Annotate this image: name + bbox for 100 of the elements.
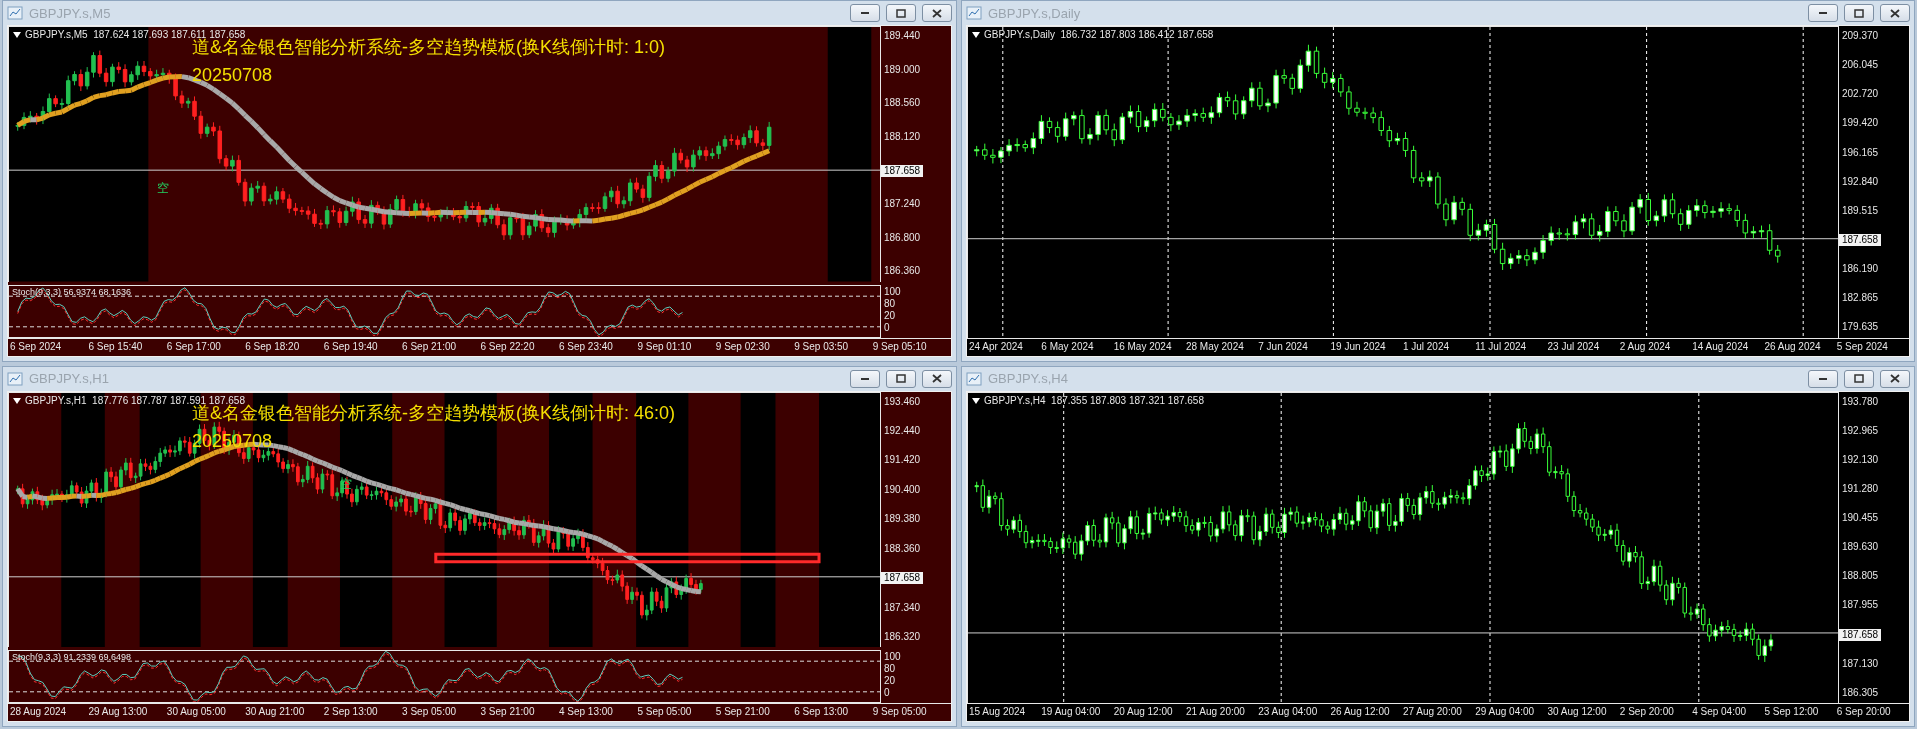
indicator-label: Stoch(9,3,3) 91.2339 69.6498	[12, 652, 132, 662]
dropdown-triangle-icon[interactable]	[13, 32, 21, 38]
time-label: 6 Sep 13:00	[794, 705, 850, 719]
indicator-level-label: 20	[883, 675, 897, 687]
indicator-level-label: 0	[883, 687, 891, 699]
time-label: 9 Sep 02:30	[715, 339, 771, 354]
close-button[interactable]	[1880, 369, 1910, 388]
close-button[interactable]	[922, 4, 952, 22]
time-label: 20 Aug 12:00	[1113, 705, 1174, 719]
window-title: GBPJPY.s,Daily	[988, 5, 1082, 21]
time-label: 5 Sep 2024	[1836, 339, 1889, 354]
price-label: 192.965	[1841, 424, 1880, 437]
time-label: 16 May 2024	[1113, 339, 1173, 354]
time-label: 28 Aug 2024	[10, 705, 68, 719]
price-label: 190.400	[883, 483, 922, 496]
maximize-icon	[1854, 8, 1864, 18]
signal-marker: 空	[157, 179, 170, 197]
chart-window-icon	[7, 371, 23, 386]
time-label: 3 Sep 21:00	[480, 705, 536, 719]
time-label: 6 Sep 21:00	[402, 339, 458, 354]
time-label: 27 Aug 20:00	[1402, 705, 1463, 719]
maximize-button[interactable]	[1844, 4, 1874, 22]
close-button[interactable]	[922, 369, 952, 388]
price-label: 193.780	[1841, 395, 1880, 408]
indicator-label: Stoch(9,3,3) 56.9374 68.1636	[12, 286, 132, 297]
time-label: 6 Sep 20:00	[1836, 705, 1892, 719]
time-label: 5 Sep 21:00	[715, 705, 771, 719]
time-label: 15 Aug 2024	[969, 705, 1027, 719]
time-label: 2 Aug 2024	[1619, 339, 1672, 354]
price-label: 199.420	[1841, 117, 1880, 130]
price-label: 190.455	[1841, 512, 1880, 525]
price-label: 186.800	[883, 231, 922, 244]
price-label: 186.320	[883, 631, 922, 643]
maximize-icon	[896, 8, 906, 18]
time-label: 21 Aug 20:00	[1185, 705, 1246, 719]
time-label: 1 Jul 2024	[1402, 339, 1451, 354]
time-label: 6 Sep 2024	[10, 339, 63, 354]
time-label: 30 Aug 21:00	[245, 705, 306, 719]
price-label: 187.658	[881, 572, 924, 585]
price-label: 192.840	[1841, 175, 1880, 188]
price-label: 188.805	[1841, 570, 1880, 583]
price-label: 187.240	[883, 198, 922, 211]
time-label: 28 May 2024	[1185, 339, 1245, 354]
maximize-icon	[1854, 374, 1864, 383]
time-label: 30 Aug 05:00	[166, 705, 227, 719]
window-title: GBPJPY.s,H4	[988, 371, 1069, 386]
time-label: 2 Sep 20:00	[1619, 705, 1675, 719]
price-label: 209.370	[1841, 30, 1880, 42]
price-label: 191.420	[883, 454, 922, 467]
signal-marker: 空	[339, 476, 352, 494]
price-label: 192.130	[1841, 453, 1880, 466]
time-label: 23 Aug 04:00	[1258, 705, 1319, 719]
time-label: 6 Sep 23:40	[558, 339, 614, 354]
time-label: 9 Sep 05:10	[872, 339, 928, 354]
price-label: 187.340	[883, 601, 922, 614]
time-label: 4 Sep 13:00	[558, 705, 614, 719]
price-label: 189.440	[883, 30, 922, 42]
price-label: 193.460	[883, 395, 922, 408]
maximize-button[interactable]	[1844, 369, 1874, 388]
indicator-level-label: 0	[883, 321, 891, 334]
close-button[interactable]	[1880, 4, 1910, 22]
window-title: GBPJPY.s,H1	[29, 371, 110, 386]
time-label: 3 Sep 05:00	[402, 705, 458, 719]
time-label: 9 Sep 01:10	[637, 339, 693, 354]
dropdown-triangle-icon[interactable]	[972, 32, 980, 38]
minimize-button[interactable]	[1808, 369, 1838, 388]
indicator-level-label: 80	[883, 297, 897, 310]
window-title: GBPJPY.s,M5	[29, 5, 112, 21]
dropdown-triangle-icon[interactable]	[972, 397, 980, 404]
time-label: 30 Aug 12:00	[1547, 705, 1608, 719]
time-label: 9 Sep 03:50	[794, 339, 850, 354]
time-label: 29 Aug 04:00	[1475, 705, 1536, 719]
price-label: 187.658	[1839, 234, 1882, 246]
maximize-button[interactable]	[886, 4, 916, 22]
price-label: 189.000	[883, 63, 922, 76]
price-label: 187.658	[881, 164, 924, 177]
price-label: 186.305	[1841, 686, 1880, 699]
maximize-button[interactable]	[886, 369, 916, 388]
time-label: 9 Sep 05:00	[872, 705, 928, 719]
time-label: 26 Aug 12:00	[1330, 705, 1391, 719]
minimize-button[interactable]	[850, 369, 880, 388]
close-icon	[1890, 8, 1900, 18]
price-label: 191.280	[1841, 482, 1880, 495]
time-label: 23 Jul 2024	[1547, 339, 1601, 354]
analysis-date: 20250708	[191, 65, 272, 86]
dropdown-triangle-icon[interactable]	[13, 397, 21, 404]
price-label: 188.360	[883, 542, 922, 555]
time-label: 6 Sep 17:00	[166, 339, 222, 354]
time-label: 6 May 2024	[1041, 339, 1095, 354]
time-label: 14 Aug 2024	[1692, 339, 1750, 354]
price-label: 189.515	[1841, 204, 1880, 217]
close-icon	[932, 374, 942, 383]
time-label: 19 Jun 2024	[1330, 339, 1387, 354]
price-label: 192.440	[883, 424, 922, 437]
price-label: 187.955	[1841, 599, 1880, 612]
indicator-level-label: 20	[883, 309, 897, 322]
chart-window-icon	[966, 371, 982, 386]
minimize-button[interactable]	[850, 4, 880, 22]
minimize-button[interactable]	[1808, 4, 1838, 22]
price-label: 188.560	[883, 97, 922, 110]
